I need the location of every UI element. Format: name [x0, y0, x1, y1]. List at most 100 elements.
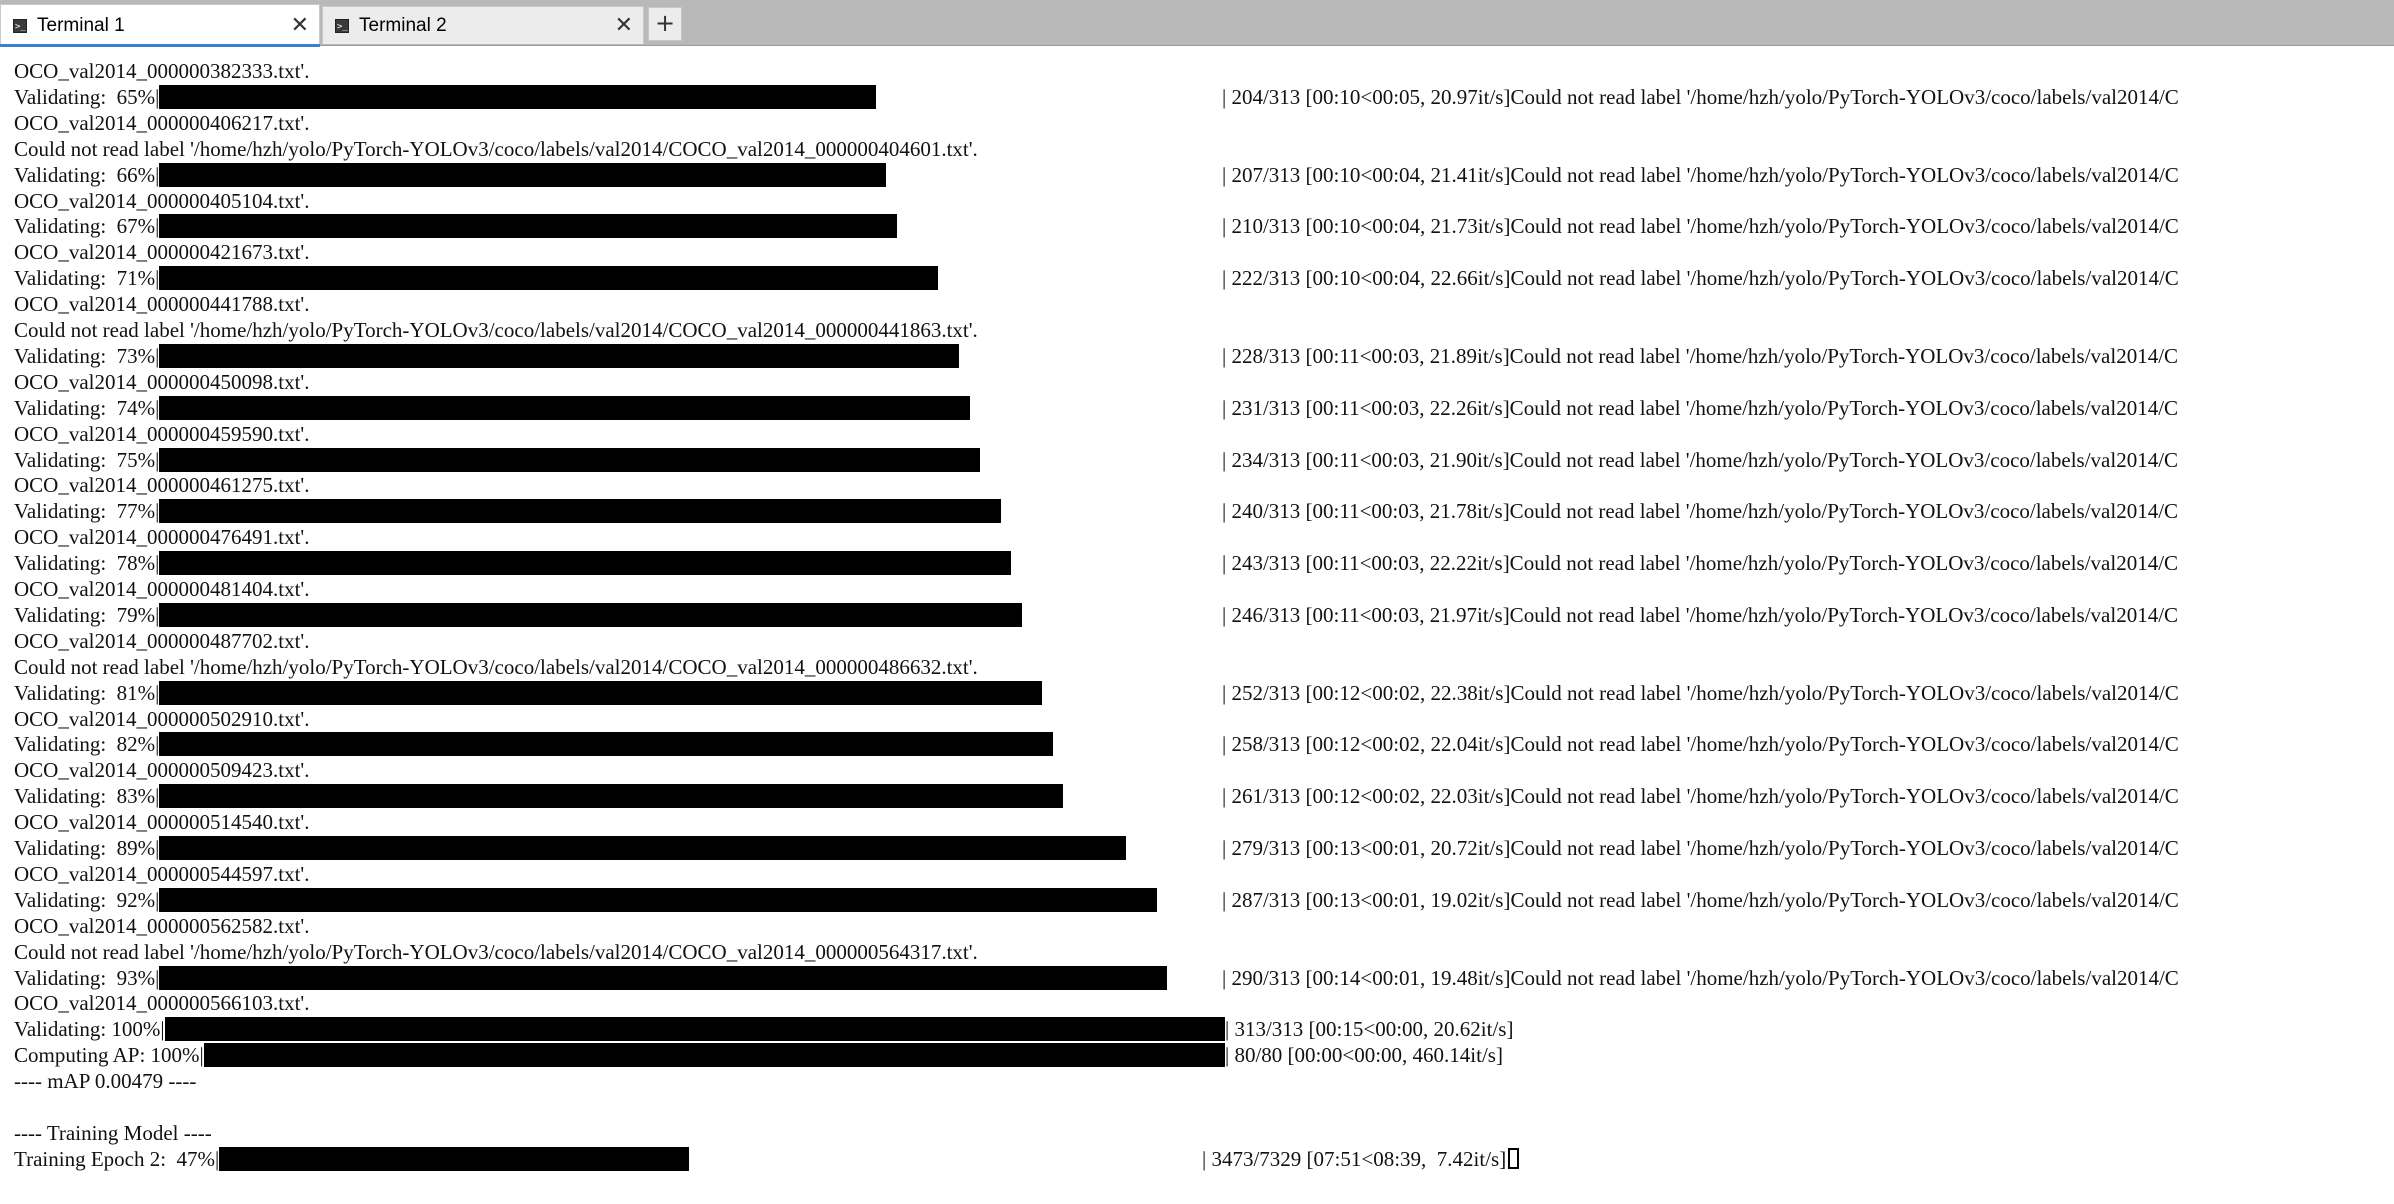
- close-icon[interactable]: ✕: [291, 14, 309, 37]
- progress-line: Computing AP: 100%|: [14, 1043, 204, 1068]
- tab-terminal-1[interactable]: >_ Terminal 1 ✕: [0, 4, 320, 46]
- output-line: OCO_val2014_000000459590.txt'.: [14, 421, 310, 446]
- progress-line: Validating: 73%|: [14, 343, 160, 368]
- tab-bar: >_ Terminal 1 ✕ >_ Terminal 2 ✕ +: [0, 0, 2394, 47]
- progress-bar-fill: [219, 1146, 689, 1171]
- progress-bar-fill: [159, 965, 1168, 990]
- progress-stats: | 3473/7329 [07:51<08:39, 7.42it/s]: [1202, 1146, 1520, 1172]
- progress-bar-fill: [164, 1017, 1225, 1042]
- output-line: OCO_val2014_000000421673.txt'.: [14, 240, 310, 265]
- progress-stats-text: | 261/313 [00:12<00:02, 22.03it/s]Could …: [1222, 784, 2179, 809]
- output-line: Could not read label '/home/hzh/yolo/PyT…: [14, 318, 978, 342]
- progress-stats-text: | 240/313 [00:11<00:03, 21.78it/s]Could …: [1222, 499, 2179, 524]
- progress-line: Validating: 83%|: [14, 784, 160, 809]
- progress-bar-fill: [159, 551, 1012, 576]
- progress-line: Validating: 81%|: [14, 680, 160, 705]
- progress-bar-fill: [159, 887, 1157, 912]
- progress-line: Training Epoch 2: 47%|: [14, 1146, 220, 1171]
- progress-stats-text: | 234/313 [00:11<00:03, 21.90it/s]Could …: [1222, 447, 2179, 472]
- output-line: OCO_val2014_000000461275.txt'.: [14, 473, 310, 498]
- progress-stats: | 80/80 [00:00<00:00, 460.14it/s]: [1225, 1042, 1503, 1068]
- output-line: OCO_val2014_000000405104.txt'.: [14, 188, 310, 213]
- output-line: OCO_val2014_000000509423.txt'.: [14, 758, 310, 783]
- progress-line: Validating: 82%|: [14, 732, 160, 757]
- tab-terminal-2[interactable]: >_ Terminal 2 ✕: [322, 6, 644, 44]
- progress-line: Validating: 74%|: [14, 395, 160, 420]
- progress-line: Validating: 89%|: [14, 836, 160, 860]
- active-tab-indicator: [0, 44, 320, 47]
- progress-line: Validating: 71%|: [14, 266, 160, 291]
- progress-stats: | 240/313 [00:11<00:03, 21.78it/s]Could …: [1222, 498, 2178, 524]
- output-line: OCO_val2014_000000514540.txt'.: [14, 810, 310, 835]
- progress-bar-fill: [159, 680, 1043, 705]
- terminal-icon: >_: [13, 18, 27, 33]
- progress-stats: | 258/313 [00:12<00:02, 22.04it/s]Could …: [1222, 731, 2179, 757]
- progress-stats-text: | 231/313 [00:11<00:03, 22.26it/s]Could …: [1222, 395, 2179, 420]
- progress-stats-text: | 290/313 [00:14<00:01, 19.48it/s]Could …: [1222, 965, 2179, 990]
- progress-bar-fill: [159, 732, 1053, 757]
- output-line: OCO_val2014_000000562582.txt'.: [14, 913, 310, 938]
- progress-stats-text: | 258/313 [00:12<00:02, 22.04it/s]Could …: [1222, 732, 2179, 757]
- progress-bar-fill: [159, 266, 939, 291]
- progress-stats-text: | 3473/7329 [07:51<08:39, 7.42it/s]: [1202, 1146, 1507, 1171]
- progress-stats-text: | 246/313 [00:11<00:03, 21.97it/s]Could …: [1222, 602, 2179, 627]
- progress-stats: | 234/313 [00:11<00:03, 21.90it/s]Could …: [1222, 447, 2178, 473]
- output-line: OCO_val2014_000000487702.txt'.: [14, 628, 310, 653]
- tab-label: Terminal 2: [359, 14, 447, 36]
- output-line: OCO_val2014_000000481404.txt'.: [14, 577, 310, 601]
- progress-bar-fill: [159, 499, 1001, 524]
- progress-stats: | 204/313 [00:10<00:05, 20.97it/s]Could …: [1222, 84, 2179, 110]
- progress-stats: | 252/313 [00:12<00:02, 22.38it/s]Could …: [1222, 680, 2179, 706]
- progress-bar-fill: [159, 162, 887, 187]
- plus-icon: +: [654, 9, 676, 37]
- output-line: OCO_val2014_000000566103.txt'.: [14, 991, 310, 1016]
- progress-line: Validating: 78%|: [14, 551, 160, 576]
- progress-bar-fill: [159, 84, 876, 109]
- progress-bar-fill: [159, 602, 1022, 627]
- close-icon[interactable]: ✕: [615, 14, 633, 37]
- progress-stats-text: | 207/313 [00:10<00:04, 21.41it/s]Could …: [1222, 162, 2179, 187]
- progress-stats-text: | 204/313 [00:10<00:05, 20.97it/s]Could …: [1222, 84, 2179, 109]
- progress-stats-text: | 252/313 [00:12<00:02, 22.38it/s]Could …: [1222, 680, 2179, 705]
- tab-label: Terminal 1: [37, 14, 125, 36]
- progress-stats: | 246/313 [00:11<00:03, 21.97it/s]Could …: [1222, 602, 2178, 628]
- text-cursor: [1508, 1147, 1520, 1169]
- progress-line: Validating: 67%|: [14, 214, 160, 239]
- output-line: Could not read label '/home/hzh/yolo/PyT…: [14, 939, 978, 964]
- progress-stats: | 210/313 [00:10<00:04, 21.73it/s]Could …: [1222, 213, 2179, 239]
- progress-stats: | 222/313 [00:10<00:04, 22.66it/s]Could …: [1222, 265, 2179, 291]
- progress-line: Validating: 77%|: [14, 499, 160, 524]
- output-line: ---- Training Model ----: [14, 1120, 212, 1145]
- progress-stats: | 290/313 [00:14<00:01, 19.48it/s]Could …: [1222, 965, 2179, 991]
- output-line: ---- mAP 0.00479 ----: [14, 1069, 197, 1094]
- output-line: OCO_val2014_000000382333.txt'.: [14, 59, 310, 83]
- progress-stats-text: | 313/313 [00:15<00:00, 20.62it/s]: [1225, 1017, 1514, 1042]
- progress-stats: | 287/313 [00:13<00:01, 19.02it/s]Could …: [1222, 887, 2179, 913]
- progress-line: Validating: 66%|: [14, 162, 160, 187]
- progress-stats: | 228/313 [00:11<00:03, 21.89it/s]Could …: [1222, 343, 2178, 369]
- output-line: Could not read label '/home/hzh/yolo/PyT…: [14, 654, 978, 679]
- progress-bar-fill: [159, 395, 970, 420]
- output-line: OCO_val2014_000000450098.txt'.: [14, 369, 310, 394]
- progress-line: Validating: 79%|: [14, 602, 160, 627]
- progress-bar-fill: [159, 343, 960, 368]
- progress-stats-text: | 228/313 [00:11<00:03, 21.89it/s]Could …: [1222, 343, 2179, 368]
- new-tab-button[interactable]: +: [648, 7, 682, 41]
- progress-stats-text: | 287/313 [00:13<00:01, 19.02it/s]Could …: [1222, 887, 2179, 912]
- progress-stats-text: | 80/80 [00:00<00:00, 460.14it/s]: [1225, 1043, 1503, 1068]
- output-line: OCO_val2014_000000406217.txt'.: [14, 110, 310, 135]
- progress-stats-text: | 222/313 [00:10<00:04, 22.66it/s]Could …: [1222, 266, 2179, 291]
- output-line: OCO_val2014_000000476491.txt'.: [14, 525, 310, 550]
- output-line: OCO_val2014_000000502910.txt'.: [14, 706, 310, 731]
- progress-line: Validating: 93%|: [14, 965, 160, 990]
- progress-line: Validating: 75%|: [14, 447, 160, 472]
- terminal-output[interactable]: OCO_val2014_000000382333.txt'. Validating…: [0, 56, 2394, 1204]
- progress-stats-text: | 243/313 [00:11<00:03, 22.22it/s]Could …: [1222, 551, 2179, 576]
- progress-line: Validating: 100%|: [14, 1017, 165, 1042]
- progress-stats: | 313/313 [00:15<00:00, 20.62it/s]: [1225, 1016, 1513, 1042]
- progress-stats-text: | 279/313 [00:13<00:01, 20.72it/s]Could …: [1222, 836, 2179, 860]
- progress-bar-fill: [159, 214, 897, 239]
- progress-bar-fill: [203, 1043, 1225, 1068]
- output-line: OCO_val2014_000000441788.txt'.: [14, 292, 310, 317]
- output-line: Could not read label '/home/hzh/yolo/PyT…: [14, 136, 978, 161]
